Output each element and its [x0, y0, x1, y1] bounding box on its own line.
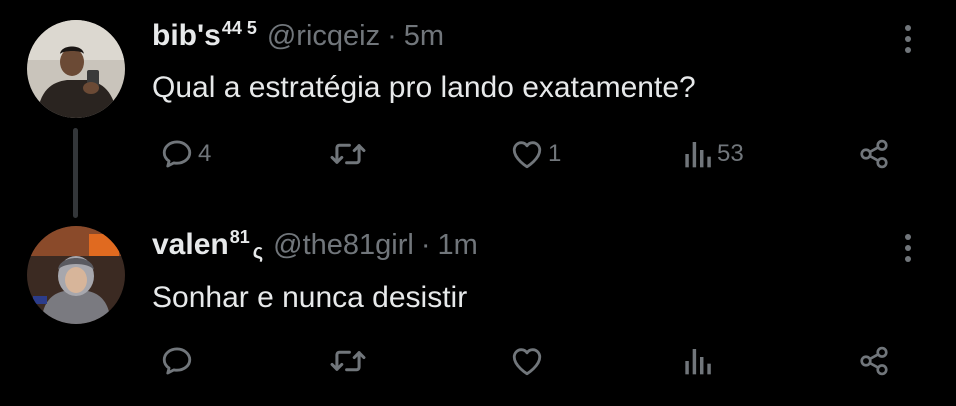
avatar-image	[27, 226, 125, 324]
avatar-image	[27, 20, 125, 118]
share-nodes-icon	[860, 346, 888, 376]
reply-button[interactable]	[160, 341, 198, 381]
vertical-dots-icon[interactable]	[895, 22, 921, 56]
retweet-button[interactable]	[330, 341, 370, 381]
user-handle[interactable]: @the81girl	[273, 229, 414, 262]
share-button[interactable]	[858, 134, 890, 174]
heart-icon	[512, 348, 542, 376]
tweet[interactable]: valen81ς @the81girl · 1m Sonhar e nunca …	[0, 215, 956, 406]
retweet-button[interactable]	[330, 134, 370, 174]
retweet-arrows-icon	[330, 143, 366, 165]
avatar[interactable]	[27, 20, 125, 118]
views-button[interactable]	[683, 341, 717, 381]
action-bar: 4 1 53	[150, 134, 896, 174]
heart-icon	[512, 141, 542, 169]
display-name-superscript: 44 5	[221, 18, 257, 38]
timestamp[interactable]: 5m	[404, 20, 444, 53]
tweet[interactable]: bib's44 5 @ricqeiz · 5m Qual a estratégi…	[0, 0, 956, 218]
share-nodes-icon	[860, 139, 888, 169]
separator-dot: ·	[420, 229, 431, 261]
tweet-header: bib's44 5 @ricqeiz · 5m	[152, 18, 444, 53]
vertical-dots-icon[interactable]	[895, 231, 921, 265]
display-name-subscript: ς	[252, 241, 264, 263]
bar-chart-icon	[685, 349, 711, 375]
thread-connector-line	[73, 128, 78, 218]
separator-dot: ·	[387, 20, 397, 52]
display-name[interactable]: bib's44 5	[152, 18, 257, 53]
user-handle[interactable]: @ricqeiz	[267, 20, 380, 53]
display-name-superscript: 81	[229, 227, 250, 247]
reply-button[interactable]: 4	[160, 134, 211, 174]
tweet-header: valen81ς @the81girl · 1m	[152, 227, 478, 264]
views-button[interactable]: 53	[683, 134, 744, 174]
like-count: 1	[548, 140, 562, 167]
bar-chart-icon	[685, 142, 711, 168]
tweet-text: Qual a estratégia pro lando exatamente?	[152, 71, 696, 104]
view-count: 53	[717, 140, 744, 167]
timestamp[interactable]: 1m	[438, 229, 478, 262]
retweet-arrows-icon	[330, 350, 366, 372]
share-button[interactable]	[858, 341, 890, 381]
like-button[interactable]	[510, 341, 548, 381]
avatar[interactable]	[27, 226, 125, 324]
speech-bubble-icon	[162, 140, 192, 168]
like-button[interactable]: 1	[510, 134, 561, 174]
reply-count: 4	[198, 140, 212, 167]
tweet-text: Sonhar e nunca desistir	[152, 281, 468, 314]
speech-bubble-icon	[162, 347, 192, 375]
display-name[interactable]: valen81ς	[152, 227, 263, 264]
action-bar	[150, 341, 896, 381]
